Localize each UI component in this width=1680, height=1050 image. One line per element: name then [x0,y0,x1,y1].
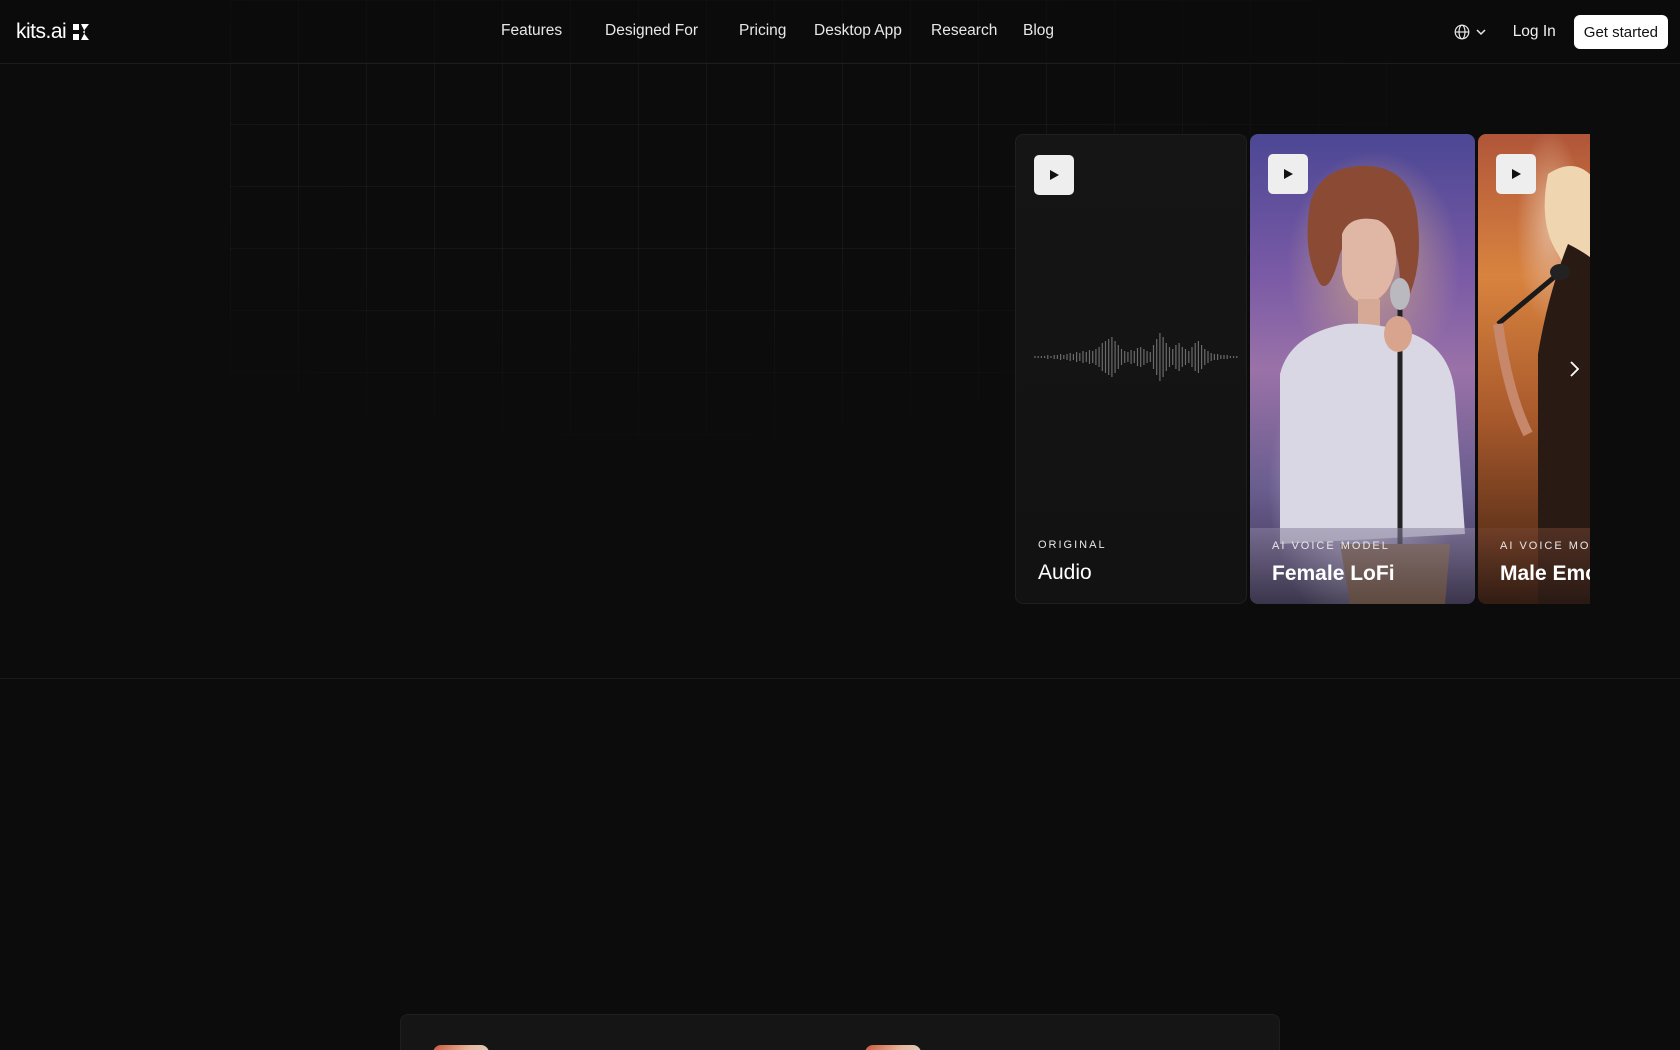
card-title: Female LoFi [1272,562,1395,585]
carousel-next-button[interactable] [1562,356,1588,382]
kits-logo[interactable]: kits.ai [16,20,90,44]
card-eyebrow: ORIGINAL [1038,539,1107,551]
play-button[interactable] [1268,154,1308,194]
card-title: Male Emo [1500,562,1590,585]
login-link[interactable]: Log In [1513,23,1556,41]
voice-carousel: ORIGINAL Audio AI VOICE MODEL Female LoF… [1015,134,1590,604]
section-divider [0,678,1680,679]
chevron-right-icon [1570,361,1580,377]
language-selector[interactable] [1454,24,1487,40]
nav-desktop-app[interactable]: Desktop App [814,22,902,40]
card-eyebrow: AI VOICE MODEL [1272,540,1390,552]
chevron-down-icon [1476,29,1486,36]
nav-pricing[interactable]: Pricing [739,22,786,40]
card-footer: ORIGINAL Audio [1016,527,1246,603]
card-title: Audio [1038,561,1092,584]
header-actions: Log In Get started [1454,15,1668,49]
nav-blog[interactable]: Blog [1023,22,1054,40]
card-footer: AI VOICE MODEL Male Emo [1478,528,1590,604]
carousel-card-original[interactable]: ORIGINAL Audio [1015,134,1247,604]
play-icon [1512,169,1521,179]
logo-mark-icon [73,24,90,40]
thumbnail-image [865,1045,921,1050]
carousel-card-female-lofi[interactable]: AI VOICE MODEL Female LoFi [1250,134,1475,604]
top-navigation: kits.ai Features Designed For Pricing De… [0,0,1680,64]
waveform-icon [1034,333,1238,381]
nav-research[interactable]: Research [931,22,997,40]
card-footer: AI VOICE MODEL Female LoFi [1250,528,1475,604]
globe-icon [1454,24,1470,40]
get-started-button[interactable]: Get started [1573,15,1668,49]
card-eyebrow: AI VOICE MODEL [1500,540,1590,552]
play-icon [1284,169,1293,179]
nav-features[interactable]: Features [501,22,562,40]
play-button[interactable] [1034,155,1074,195]
nav-designed-for[interactable]: Designed For [605,22,698,40]
play-button[interactable] [1496,154,1536,194]
bottom-panel [400,1014,1280,1050]
play-icon [1050,170,1059,180]
logo-text: kits.ai [16,20,67,43]
thumbnail-image [433,1045,489,1050]
